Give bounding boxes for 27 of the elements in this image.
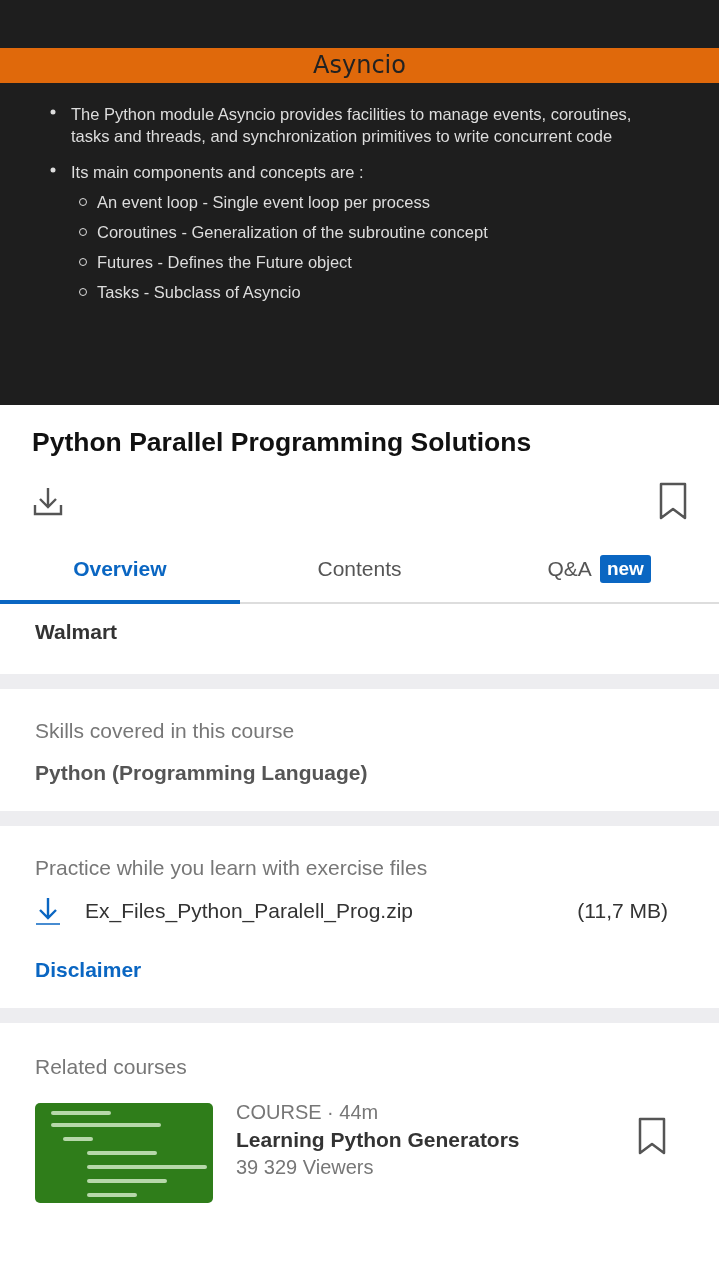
slide-title: Asyncio [0, 48, 719, 83]
video-player[interactable] [0, 0, 719, 405]
bookmark-icon[interactable] [659, 482, 687, 520]
slide-sub-bullet-text: Tasks - Subclass of Asyncio [97, 282, 301, 303]
slide-sub-bullet-text: Coroutines - Generalization of the subroutine concept [97, 222, 488, 243]
download-icon[interactable] [32, 485, 64, 517]
download-icon[interactable] [35, 896, 61, 926]
slide-bullet-text: Its main components and concepts are : [71, 162, 365, 183]
file-size: (11,7 MB) [577, 899, 668, 923]
tab[interactable]: Contents [239, 537, 480, 604]
section-heading: Skills covered in this course [35, 719, 296, 743]
tab[interactable]: Q&A new [479, 537, 719, 604]
slide-bullet-text: The Python module Asyncio provides facilities to manage events, coroutines, tasks and threads, and synchronization primitives to write concurrent code [71, 104, 633, 147]
course-title-link[interactable]: Learning Python Generators [236, 1128, 615, 1152]
skill-name: Python (Programming Language) [35, 761, 369, 785]
slide-sub-bullet-text: Futures - Defines the Future object [97, 252, 352, 273]
slide-sub-bullet-text: An event loop - Single event loop per process [97, 192, 430, 213]
viewer-count: 39 329 Viewers [236, 1156, 375, 1179]
section-heading: Related courses [35, 1055, 188, 1079]
course-title: Python Parallel Programming Solutions [32, 427, 533, 458]
new-badge: new [599, 554, 651, 583]
disclaimer-link[interactable]: Disclaimer [35, 958, 142, 982]
company-name: Walmart [34, 619, 119, 645]
file-link[interactable]: Ex_Files_Python_Paralell_Prog.zip [85, 899, 554, 923]
bookmark-icon[interactable] [638, 1117, 666, 1155]
section-heading: Practice while you learn with exercise files [35, 856, 429, 880]
course-meta: COURSE · 44m [236, 1101, 380, 1124]
